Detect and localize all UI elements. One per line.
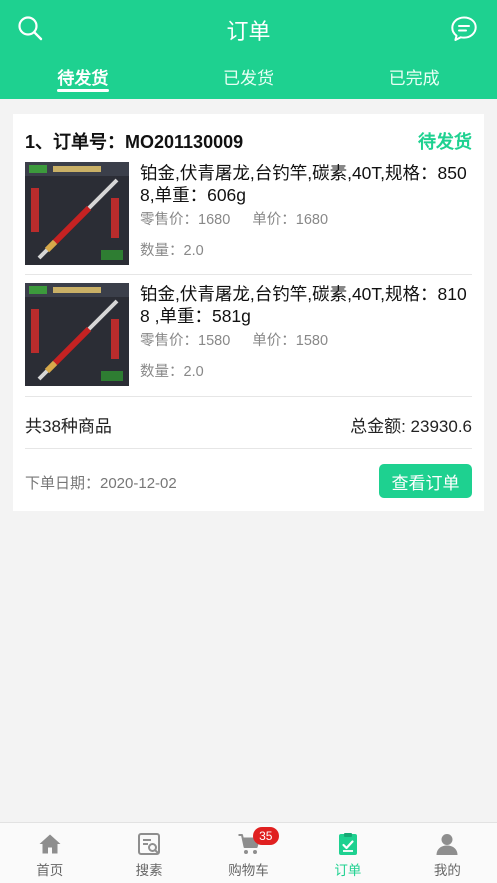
order-summary: 共38种商品 总金额: 23930.6: [25, 412, 472, 436]
nav-label: 购物车: [228, 863, 269, 878]
summary-divider: [25, 448, 472, 449]
order-item[interactable]: 铂金,伏青屠龙,台钓竿,碳素,40T,规格：8508,单重：606g 零售价：1…: [25, 162, 472, 280]
product-image: [25, 162, 129, 265]
home-icon: [39, 834, 61, 854]
retail-price: 零售价：1580: [140, 333, 231, 349]
order-card: 1、订单号：MO201130009 待发货 铂金,伏青屠龙,台钓竿,碳素,40T…: [13, 114, 484, 511]
page-title: 订单: [226, 19, 271, 44]
order-status: 待发货: [418, 132, 472, 152]
item-divider: [25, 274, 472, 275]
item-divider: [25, 396, 472, 397]
nav-cart[interactable]: 35 购物车: [199, 823, 298, 883]
nav-profile[interactable]: 我的: [398, 823, 497, 883]
unit-price: 单价：1680: [252, 212, 329, 228]
price-row: 零售价：1680 单价：1680: [140, 208, 328, 229]
nav-label: 搜素: [135, 863, 163, 878]
order-item[interactable]: 铂金,伏青屠龙,台钓竿,碳素,40T,规格：8108 ,单重：581g 零售价：…: [25, 283, 472, 401]
nav-label: 订单: [334, 863, 362, 878]
order-footer: 下单日期：2020-12-02 查看订单: [25, 464, 472, 498]
order-header: 1、订单号：MO201130009 待发货: [25, 128, 472, 154]
order-icon: [338, 833, 357, 855]
tab-shipped[interactable]: 已发货: [166, 64, 332, 99]
tab-pending-shipment[interactable]: 待发货: [0, 64, 166, 99]
nav-label: 首页: [36, 863, 64, 878]
product-name: 铂金,伏青屠龙,台钓竿,碳素,40T,规格：8108 ,单重：581g: [140, 284, 467, 326]
retail-price: 零售价：1680: [140, 212, 231, 228]
tab-completed[interactable]: 已完成: [331, 64, 497, 99]
bottom-nav: 首页 搜素 35 购物车 订单 我的: [0, 822, 497, 883]
order-number: 1、订单号：MO201130009: [25, 132, 244, 152]
chat-icon[interactable]: [450, 15, 478, 43]
scan-icon: [138, 833, 161, 855]
order-total: 总金额: 23930.6: [350, 417, 472, 436]
header-bar: 订单 待发货 已发货 已完成: [0, 0, 497, 99]
unit-price: 单价：1580: [252, 333, 329, 349]
product-image: [25, 283, 129, 386]
cart-count-badge: 35: [252, 827, 279, 845]
order-date: 下单日期：2020-12-02: [25, 475, 177, 492]
product-name: 铂金,伏青屠龙,台钓竿,碳素,40T,规格：8508,单重：606g: [140, 163, 467, 205]
product-count: 共38种商品: [25, 417, 112, 436]
view-order-button[interactable]: 查看订单: [379, 464, 472, 498]
user-icon: [436, 834, 458, 855]
nav-search[interactable]: 搜素: [99, 823, 198, 883]
nav-orders[interactable]: 订单: [298, 823, 397, 883]
nav-home[interactable]: 首页: [0, 823, 99, 883]
nav-label: 我的: [433, 863, 461, 878]
quantity: 数量：2.0: [140, 243, 204, 259]
order-status-tabs: 待发货 已发货 已完成: [0, 64, 497, 99]
price-row: 零售价：1580 单价：1580: [140, 329, 328, 350]
quantity: 数量：2.0: [140, 364, 204, 380]
